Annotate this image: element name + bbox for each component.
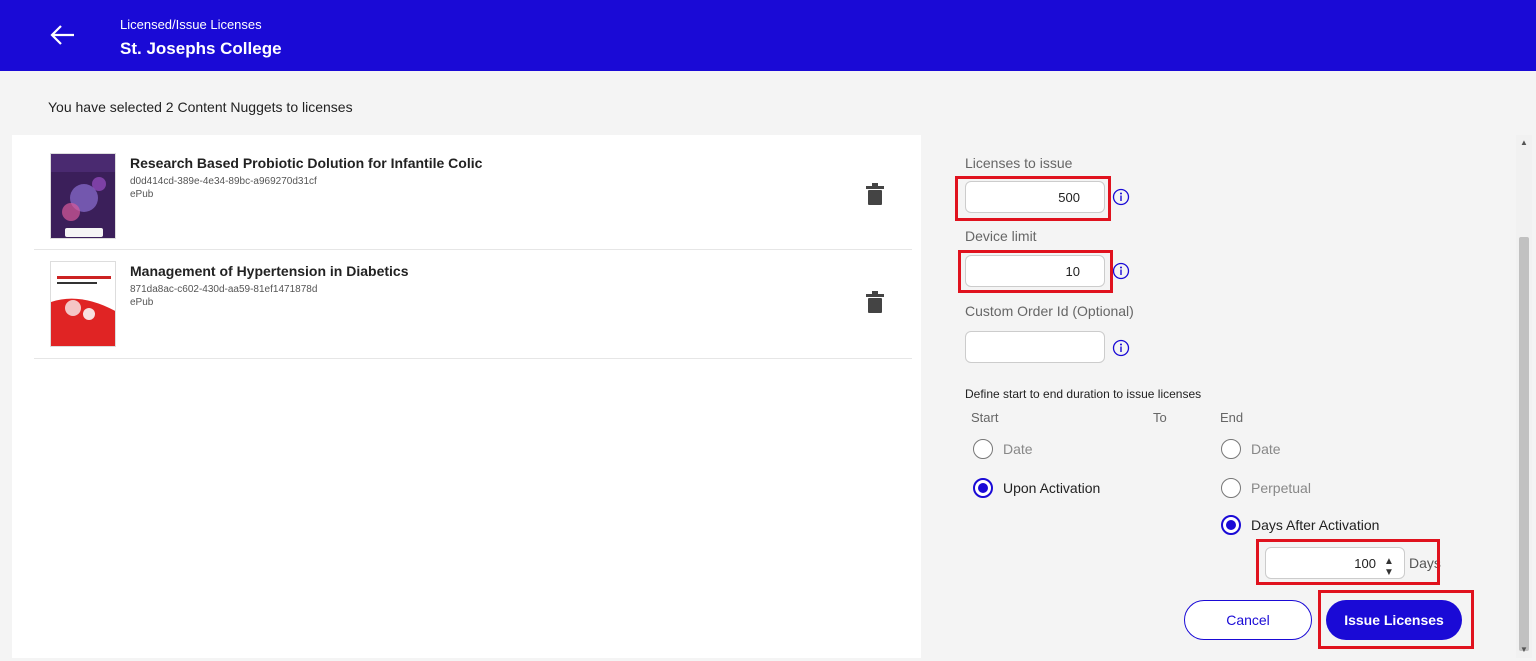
radio-button[interactable] <box>973 439 993 459</box>
start-heading: Start <box>971 410 999 425</box>
content-list: Research Based Probiotic Dolution for In… <box>12 135 921 658</box>
cover-thumbnail <box>50 153 116 239</box>
breadcrumb: Licensed/Issue Licenses <box>120 17 262 32</box>
list-item: Management of Hypertension in Diabetics … <box>34 251 912 359</box>
radio-button[interactable] <box>1221 515 1241 535</box>
scroll-down-icon[interactable]: ▼ <box>1520 645 1528 654</box>
info-icon[interactable] <box>1112 339 1130 357</box>
radio-button[interactable] <box>973 478 993 498</box>
scroll-thumb[interactable] <box>1519 237 1529 651</box>
custom-order-label: Custom Order Id (Optional) <box>965 303 1134 319</box>
item-title[interactable]: Research Based Probiotic Dolution for In… <box>130 155 482 171</box>
start-date-radio[interactable]: Date <box>973 439 1033 459</box>
end-date-radio[interactable]: Date <box>1221 439 1281 459</box>
app-header: Licensed/Issue Licenses St. Josephs Coll… <box>0 0 1536 71</box>
radio-label: Date <box>1003 441 1033 457</box>
selection-message: You have selected 2 Content Nuggets to l… <box>48 99 353 115</box>
arrow-left-icon[interactable] <box>48 20 78 50</box>
info-icon[interactable] <box>1112 262 1130 280</box>
start-upon-activation-radio[interactable]: Upon Activation <box>973 478 1100 498</box>
licenses-input[interactable] <box>965 181 1105 213</box>
days-unit: Days <box>1409 555 1441 571</box>
radio-label: Upon Activation <box>1003 480 1101 496</box>
radio-label: Perpetual <box>1251 480 1311 496</box>
licenses-label: Licenses to issue <box>965 155 1073 171</box>
item-id: d0d414cd-389e-4e34-89bc-a969270d31cf <box>130 176 317 187</box>
duration-label: Define start to end duration to issue li… <box>965 387 1202 401</box>
device-limit-input[interactable] <box>965 255 1105 287</box>
issue-licenses-button[interactable]: Issue Licenses <box>1326 600 1462 640</box>
scroll-up-icon[interactable]: ▲ <box>1520 138 1528 147</box>
item-id: 871da8ac-c602-430d-aa59-81ef1471878d <box>130 284 318 295</box>
info-icon[interactable] <box>1112 188 1130 206</box>
radio-label: Date <box>1251 441 1281 457</box>
item-title[interactable]: Management of Hypertension in Diabetics <box>130 263 409 279</box>
list-item: Research Based Probiotic Dolution for In… <box>34 143 912 250</box>
cancel-button[interactable]: Cancel <box>1184 600 1312 640</box>
device-limit-label: Device limit <box>965 228 1037 244</box>
radio-label: Days After Activation <box>1251 517 1380 533</box>
custom-order-input[interactable] <box>965 331 1105 363</box>
radio-button[interactable] <box>1221 439 1241 459</box>
end-perpetual-radio[interactable]: Perpetual <box>1221 478 1311 498</box>
trash-icon[interactable] <box>866 291 884 313</box>
trash-icon[interactable] <box>866 183 884 205</box>
end-days-after-activation-radio[interactable]: Days After Activation <box>1221 515 1379 535</box>
cover-thumbnail <box>50 261 116 347</box>
item-type: ePub <box>130 297 154 308</box>
to-heading: To <box>1153 410 1167 425</box>
end-heading: End <box>1220 410 1244 425</box>
page-title: St. Josephs College <box>120 39 282 58</box>
item-type: ePub <box>130 189 154 200</box>
radio-button[interactable] <box>1221 478 1241 498</box>
scrollbar[interactable]: ▲ ▼ <box>1516 135 1532 658</box>
spinner-icon[interactable]: ▲ ▼ <box>1384 556 1394 578</box>
